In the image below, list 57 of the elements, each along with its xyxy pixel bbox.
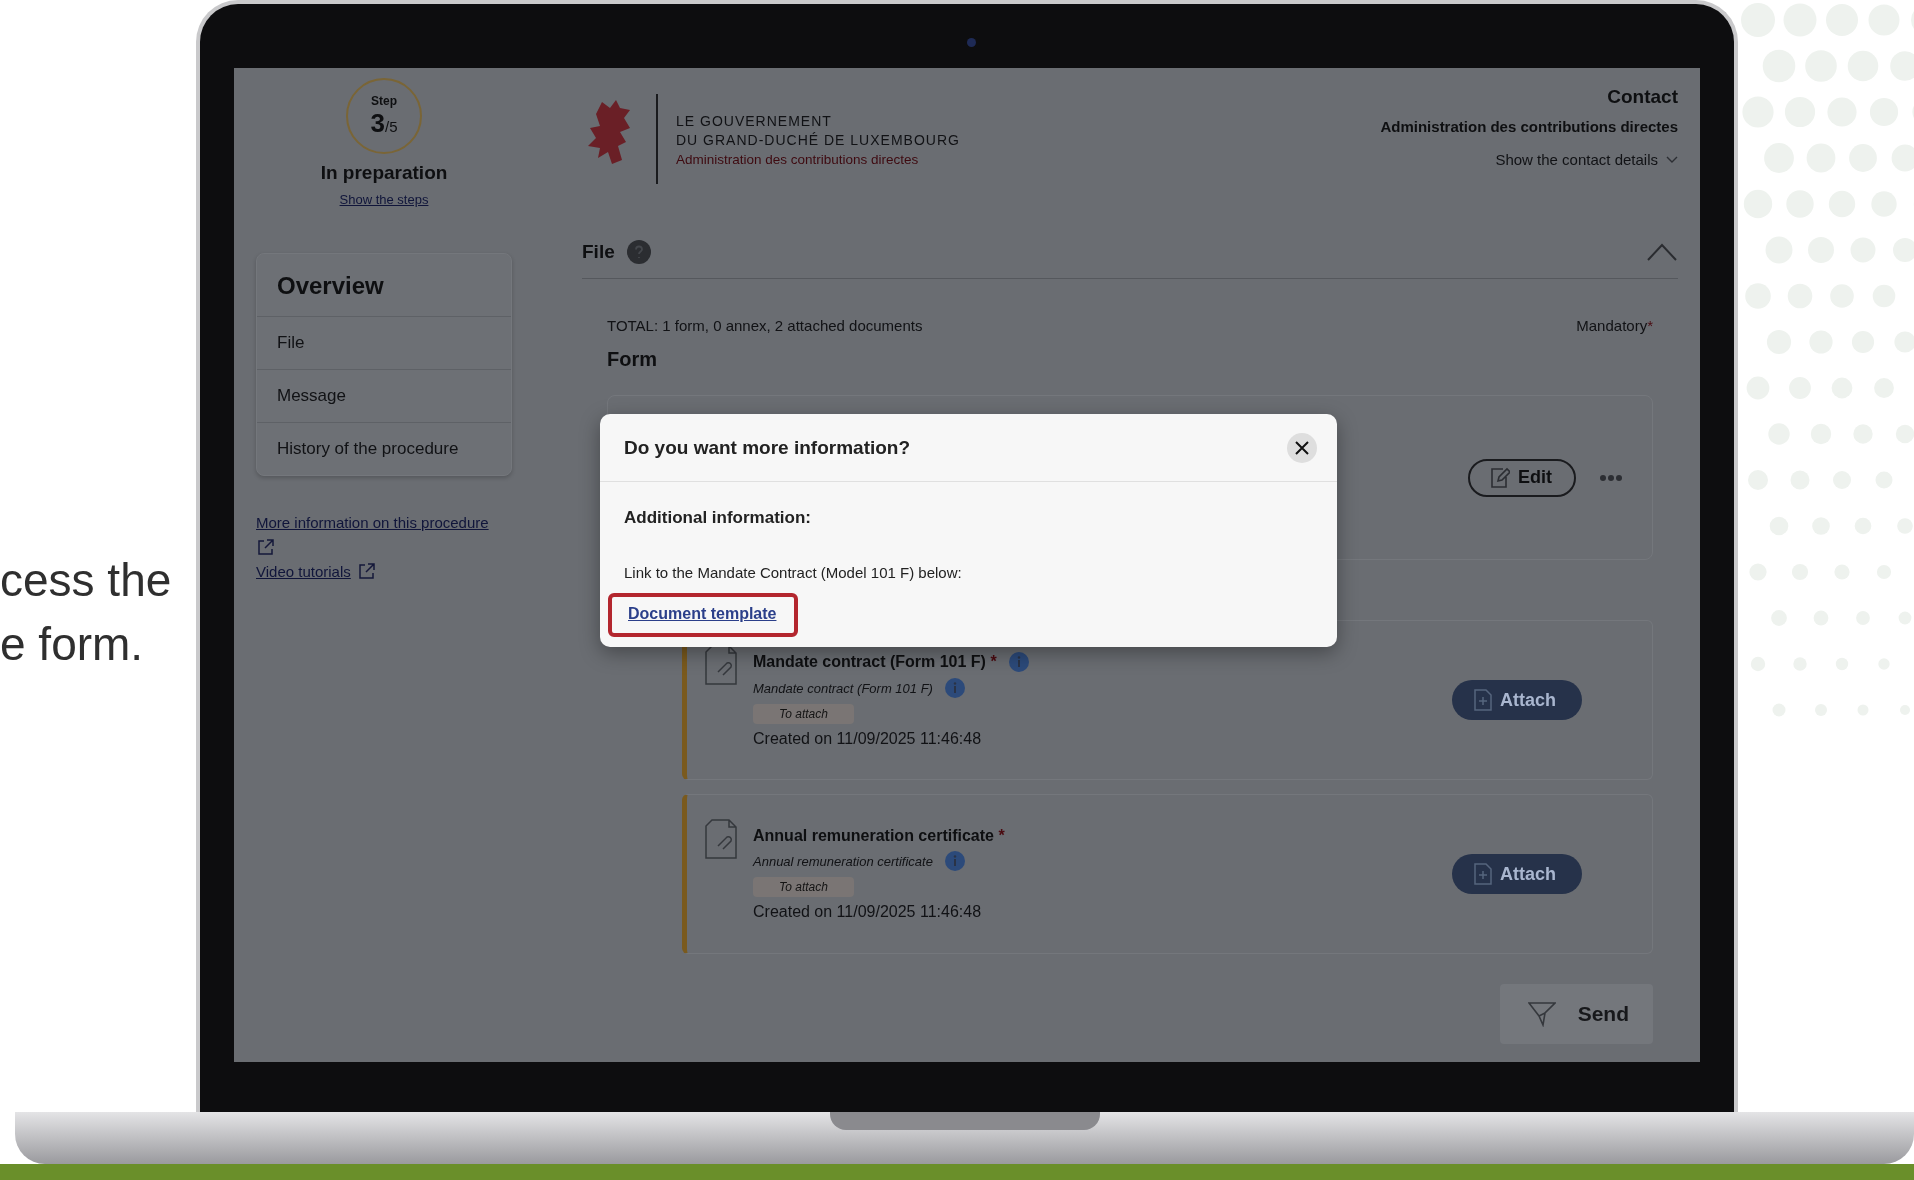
slide-text: e form. xyxy=(0,617,145,672)
chevron-up-icon[interactable] xyxy=(1646,242,1678,262)
document-template-link[interactable]: Document template xyxy=(608,593,799,637)
attach-button[interactable]: Attach xyxy=(1452,854,1582,894)
document-subtitle: Mandate contract (Form 101 F) xyxy=(753,680,933,696)
form-heading: Form xyxy=(607,348,658,371)
info-icon xyxy=(944,851,965,871)
help-icon[interactable] xyxy=(626,240,651,264)
external-link-icon xyxy=(256,537,276,557)
contact-agency: Administration des contributions directes xyxy=(1380,118,1678,135)
logo-text: DU GRAND-DUCHÉ DE LUXEMBOURG xyxy=(676,131,960,150)
procedure-link[interactable]: Video tutorials xyxy=(256,562,351,580)
chevron-down-icon xyxy=(1666,155,1678,164)
dialog-heading: Additional information: xyxy=(624,508,812,528)
mandatory-note: Mandatory* xyxy=(1576,317,1653,334)
status-badge: To attach xyxy=(753,704,854,724)
procedure-link[interactable]: More information on this procedure xyxy=(256,514,489,531)
total-summary: TOTAL: 1 form, 0 annex, 2 attached documents xyxy=(607,317,923,334)
created-date: Created on 11/09/2025 11:46:48 xyxy=(753,903,983,921)
overview-item[interactable]: History of the procedure xyxy=(257,422,511,475)
document-title: Annual remuneration certificate * xyxy=(753,827,1005,845)
contact-title: Contact xyxy=(1607,86,1678,108)
edit-button[interactable]: Edit xyxy=(1468,458,1576,497)
camera-icon xyxy=(967,38,976,47)
overview-title: Overview xyxy=(276,271,385,301)
attach-button[interactable]: Attach xyxy=(1452,680,1582,720)
status-badge: To attach xyxy=(753,877,854,897)
dialog-title: Do you want more information? xyxy=(624,436,911,459)
info-icon xyxy=(1008,652,1029,672)
close-button[interactable] xyxy=(1287,432,1317,463)
logo-text: LE GOUVERNEMENT xyxy=(676,112,833,131)
send-icon xyxy=(1527,1001,1556,1027)
document-title: Mandate contract (Form 101 F) * xyxy=(753,653,997,671)
status-label: In preparation xyxy=(320,162,448,184)
send-button[interactable]: Send xyxy=(1499,984,1653,1044)
step-number: 3 xyxy=(370,107,385,139)
created-date: Created on 11/09/2025 11:46:48 xyxy=(753,730,983,748)
external-link-icon xyxy=(356,561,377,581)
document-clip-icon xyxy=(705,645,737,685)
show-steps-link[interactable]: Show the steps xyxy=(339,192,429,207)
document-subtitle: Annual remuneration certificate xyxy=(753,853,933,869)
step-label: Step xyxy=(371,93,397,108)
document-clip-icon xyxy=(705,819,737,859)
section-title: File xyxy=(582,241,615,263)
add-file-icon xyxy=(1474,689,1492,711)
more-icon[interactable] xyxy=(1600,473,1622,482)
close-icon xyxy=(1295,440,1309,455)
slide-text: cess the xyxy=(0,553,173,608)
edit-icon xyxy=(1490,466,1510,489)
contact-details-toggle[interactable]: Show the contact details xyxy=(1495,151,1678,168)
info-icon xyxy=(944,678,965,698)
overview-item[interactable]: File xyxy=(257,316,511,369)
overview-item[interactable]: Message xyxy=(257,369,511,422)
add-file-icon xyxy=(1474,863,1492,885)
dialog-text: Link to the Mandate Contract (Model 101 F) below: xyxy=(624,564,963,581)
logo-agency-text: Administration des contributions directes xyxy=(676,151,920,169)
step-total: /5 xyxy=(384,117,398,135)
